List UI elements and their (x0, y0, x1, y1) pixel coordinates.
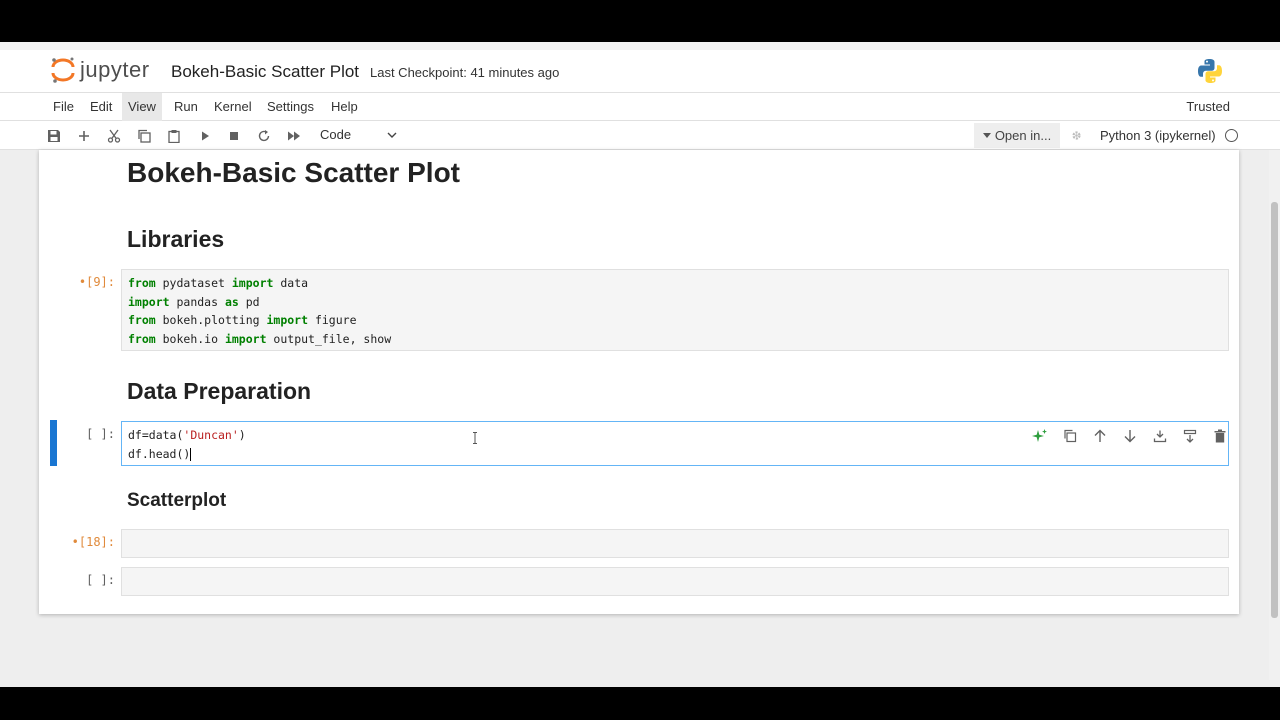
menu-settings[interactable]: Settings (261, 93, 320, 121)
save-icon[interactable] (45, 127, 63, 145)
text-cursor-icon (473, 432, 477, 444)
duplicate-cell-icon[interactable] (1055, 427, 1085, 445)
notebook-heading: Bokeh-Basic Scatter Plot (127, 157, 460, 188)
libraries-heading: Libraries (127, 226, 225, 252)
open-in-button[interactable]: Open in... (974, 123, 1060, 148)
cell-prompt: [ ]: (86, 573, 115, 587)
cell-prompt: •[9]: (78, 275, 115, 289)
scrollbar[interactable] (1269, 150, 1280, 680)
jupyter-icon (51, 57, 75, 83)
sparkle-ai-icon[interactable] (1025, 427, 1055, 445)
menu-help[interactable]: Help (325, 93, 364, 121)
notebook-panel: Bokeh-Basic Scatter Plot Libraries •[9]:… (39, 150, 1239, 614)
cut-icon[interactable] (105, 127, 123, 145)
code-line: import pandas as pd (128, 294, 260, 309)
browser-strip (0, 42, 1280, 50)
code-cell-empty[interactable] (121, 529, 1229, 558)
cell-toolbar (1025, 427, 1235, 445)
python-logo-icon (1198, 59, 1222, 83)
data-preparation-heading: Data Preparation (127, 378, 312, 404)
kernel-name[interactable]: Python 3 (ipykernel) (1100, 128, 1216, 143)
restart-icon[interactable] (255, 127, 273, 145)
scatterplot-heading: Scatterplot (127, 490, 227, 511)
run-icon[interactable] (196, 127, 214, 145)
menu-file[interactable]: File (47, 93, 80, 121)
text-cursor (190, 447, 192, 461)
stop-icon[interactable] (225, 127, 243, 145)
menu-edit[interactable]: Edit (84, 93, 118, 121)
menu-kernel[interactable]: Kernel (208, 93, 258, 121)
code-line: df.head() (128, 446, 192, 461)
jupyter-window: jupyter Bokeh-Basic Scatter Plot Last Ch… (0, 42, 1280, 687)
delete-cell-icon[interactable] (1205, 427, 1235, 445)
insert-below-icon[interactable] (1175, 427, 1205, 445)
menu-view[interactable]: View (122, 93, 162, 121)
arrow-down-icon[interactable] (1115, 427, 1145, 445)
checkpoint-status: Last Checkpoint: 41 minutes ago (370, 65, 560, 80)
chevron-down-icon[interactable] (386, 130, 398, 140)
insert-above-icon[interactable] (1145, 427, 1175, 445)
open-in-label: Open in... (994, 128, 1052, 143)
caret-down-icon (982, 132, 991, 138)
kernel-status-icon (1225, 129, 1238, 142)
header-bar: jupyter Bokeh-Basic Scatter Plot Last Ch… (0, 50, 1280, 92)
copy-icon[interactable] (135, 127, 153, 145)
cell-type-select[interactable]: Code (320, 127, 351, 142)
settings-gear-icon (1072, 131, 1081, 140)
paste-icon[interactable] (165, 127, 183, 145)
menu-bar: File Edit View Run Kernel Settings Help … (0, 92, 1280, 121)
code-line: from bokeh.plotting import figure (128, 313, 357, 327)
trusted-indicator[interactable]: Trusted (1186, 99, 1230, 114)
cell-prompt: [ ]: (86, 427, 115, 441)
scroll-thumb[interactable] (1271, 202, 1278, 618)
cell-prompt: •[18]: (71, 535, 115, 549)
jupyter-logo[interactable]: jupyter (50, 56, 150, 84)
notebook-toolbar: Code Open in... Python 3 (ipykernel) (0, 121, 1280, 150)
menu-run[interactable]: Run (168, 93, 204, 121)
notebook-title[interactable]: Bokeh-Basic Scatter Plot (171, 62, 359, 82)
code-cell-empty[interactable] (121, 567, 1229, 596)
code-line: from pydataset import data (128, 276, 309, 290)
arrow-up-icon[interactable] (1085, 427, 1115, 445)
add-icon[interactable] (75, 127, 93, 145)
code-line: from bokeh.io import output_file, show (128, 331, 392, 346)
code-cell-imports[interactable]: from pydataset import data import pandas… (121, 269, 1229, 351)
logo-text: jupyter (80, 57, 150, 82)
fast-forward-icon[interactable] (285, 127, 303, 145)
